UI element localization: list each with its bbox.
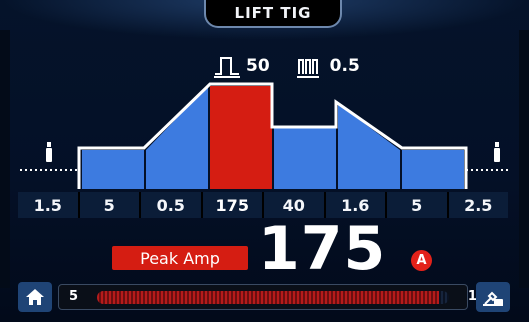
value-peak-amp[interactable]: 175 bbox=[203, 192, 264, 218]
segment-crater-amp[interactable] bbox=[402, 150, 464, 189]
torch-trigger-icon[interactable] bbox=[46, 142, 52, 162]
value-crater-amp[interactable]: 5 bbox=[387, 192, 449, 218]
settings-icon bbox=[483, 291, 503, 306]
slider-fill bbox=[97, 291, 439, 304]
pulse-info: 50 0.5 bbox=[214, 56, 360, 76]
slider-min-label: 5 bbox=[69, 289, 79, 304]
slider-track[interactable] bbox=[97, 291, 449, 304]
value-slider[interactable]: 5 185 bbox=[58, 284, 495, 310]
value-preflow[interactable]: 1.5 bbox=[18, 192, 80, 218]
settings-button[interactable] bbox=[476, 282, 510, 312]
parameter-value: 175 bbox=[258, 214, 387, 284]
pulse-frequency-value[interactable]: 0.5 bbox=[330, 56, 360, 76]
segment-peak-amp[interactable] bbox=[210, 86, 272, 189]
torch-trigger-icon[interactable] bbox=[494, 142, 500, 162]
segment-base-amp[interactable] bbox=[274, 128, 336, 189]
segment-start-amp[interactable] bbox=[82, 150, 144, 189]
screen: LIFT TIG 50 0.5 1.5 5 0.5 175 40 1.6 5 2… bbox=[0, 0, 529, 322]
home-icon bbox=[26, 289, 44, 305]
parameter-unit-badge: A bbox=[411, 250, 432, 271]
value-up-slope[interactable]: 0.5 bbox=[141, 192, 203, 218]
bottom-bar: 5 185 bbox=[18, 282, 510, 314]
home-button[interactable] bbox=[18, 282, 52, 312]
pulse-duty-value[interactable]: 50 bbox=[246, 56, 270, 76]
value-start-amp[interactable]: 5 bbox=[80, 192, 141, 218]
parameter-label: Peak Amp bbox=[112, 246, 248, 270]
value-postflow[interactable]: 2.5 bbox=[449, 192, 509, 218]
segment-down-slope[interactable] bbox=[338, 104, 400, 189]
